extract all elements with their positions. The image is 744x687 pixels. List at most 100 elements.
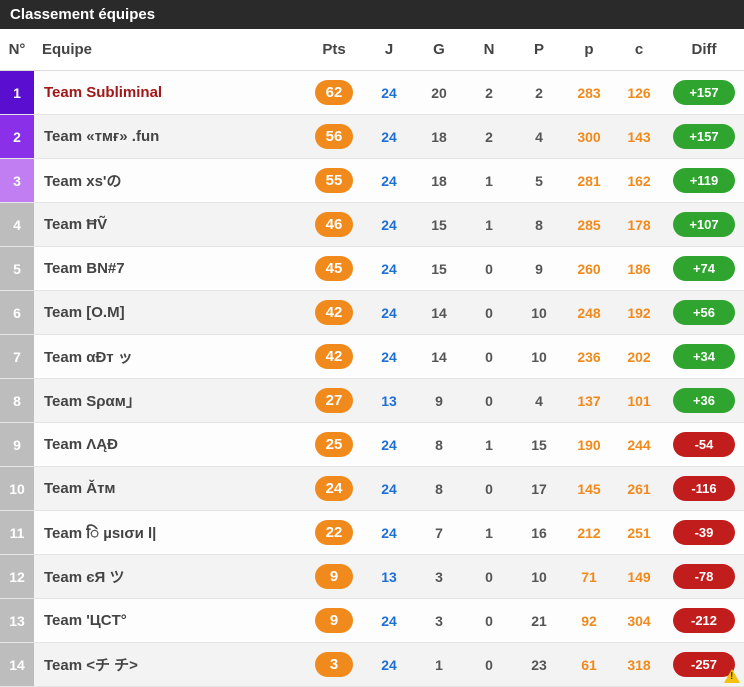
p-cell: 21 (514, 599, 564, 643)
pts-cell: 46 (304, 203, 364, 247)
n-cell: 0 (464, 467, 514, 511)
table-row: 9Team ΛĄĐ25248115190244-54 (0, 423, 744, 467)
n-cell: 0 (464, 643, 514, 687)
table-row: 12Team єЯ ツ913301071149-78 (0, 555, 744, 599)
p-cell: 9 (514, 247, 564, 291)
pa-cell: 149 (614, 555, 664, 599)
pf-cell: 92 (564, 599, 614, 643)
table-row: 11Team ि µѕισи l|22247116212251-39 (0, 511, 744, 555)
pts-cell: 45 (304, 247, 364, 291)
pf-cell: 212 (564, 511, 614, 555)
n-cell: 0 (464, 291, 514, 335)
pf-cell: 137 (564, 379, 614, 423)
rank-cell: 12 (0, 555, 34, 599)
rank-cell: 9 (0, 423, 34, 467)
table-row: 5Team BN#745241509260186+74 (0, 247, 744, 291)
p-cell: 17 (514, 467, 564, 511)
pa-cell: 186 (614, 247, 664, 291)
pf-cell: 248 (564, 291, 614, 335)
n-cell: 1 (464, 159, 514, 203)
j-cell: 24 (364, 335, 414, 379)
diff-cell: +157 (664, 71, 744, 115)
n-cell: 1 (464, 203, 514, 247)
pts-cell: 9 (304, 599, 364, 643)
j-cell: 24 (364, 511, 414, 555)
pf-cell: 260 (564, 247, 614, 291)
panel-title: Classement équipes (0, 0, 744, 29)
g-cell: 15 (414, 247, 464, 291)
diff-cell: -39 (664, 511, 744, 555)
team-name[interactable]: Team ि µѕισи l| (34, 511, 304, 555)
j-cell: 24 (364, 291, 414, 335)
diff-cell: -212 (664, 599, 744, 643)
table-row: 10Team Ǎтм24248017145261-116 (0, 467, 744, 511)
pa-cell: 202 (614, 335, 664, 379)
rank-cell: 3 (0, 159, 34, 203)
col-p: P (514, 29, 564, 71)
g-cell: 15 (414, 203, 464, 247)
col-diff: Diff (664, 29, 744, 71)
g-cell: 1 (414, 643, 464, 687)
standings-table: N° Equipe Pts J G N P p c Diff 1Team Sub… (0, 29, 744, 687)
rank-cell: 14 (0, 643, 34, 687)
n-cell: 0 (464, 335, 514, 379)
p-cell: 15 (514, 423, 564, 467)
col-pfor: p (564, 29, 614, 71)
n-cell: 0 (464, 247, 514, 291)
rank-cell: 2 (0, 115, 34, 159)
table-row: 6Team [O.M]422414010248192+56 (0, 291, 744, 335)
table-row: 7Team αÐт ッ422414010236202+34 (0, 335, 744, 379)
pf-cell: 71 (564, 555, 614, 599)
rank-cell: 10 (0, 467, 34, 511)
pf-cell: 61 (564, 643, 614, 687)
rank-cell: 6 (0, 291, 34, 335)
p-cell: 8 (514, 203, 564, 247)
pts-cell: 56 (304, 115, 364, 159)
p-cell: 16 (514, 511, 564, 555)
table-row: 14Team <チ チ>324102361318-257 (0, 643, 744, 687)
n-cell: 1 (464, 511, 514, 555)
team-name[interactable]: Team xs'の (34, 159, 304, 203)
team-name[interactable]: Team ΛĄĐ (34, 423, 304, 467)
pts-cell: 24 (304, 467, 364, 511)
diff-cell: -116 (664, 467, 744, 511)
g-cell: 9 (414, 379, 464, 423)
pf-cell: 145 (564, 467, 614, 511)
team-name[interactable]: Team Ǎтм (34, 467, 304, 511)
p-cell: 5 (514, 159, 564, 203)
rank-cell: 7 (0, 335, 34, 379)
j-cell: 24 (364, 115, 414, 159)
pts-cell: 22 (304, 511, 364, 555)
rank-cell: 1 (0, 71, 34, 115)
pa-cell: 178 (614, 203, 664, 247)
team-name[interactable]: Team ĦṼ (34, 203, 304, 247)
g-cell: 3 (414, 599, 464, 643)
diff-cell: +157 (664, 115, 744, 159)
diff-cell: +74 (664, 247, 744, 291)
diff-cell: +107 (664, 203, 744, 247)
team-name[interactable]: Team 'ЦCТ° (34, 599, 304, 643)
pa-cell: 251 (614, 511, 664, 555)
team-name[interactable]: Team [O.M] (34, 291, 304, 335)
j-cell: 13 (364, 555, 414, 599)
team-name[interactable]: Team Subliminal (34, 71, 304, 115)
table-row: 1Team Subliminal62242022283126+157 (0, 71, 744, 115)
team-name[interactable]: Team Sραм」 (34, 379, 304, 423)
pf-cell: 190 (564, 423, 614, 467)
team-name[interactable]: Team <チ チ> (34, 643, 304, 687)
team-name[interactable]: Team BN#7 (34, 247, 304, 291)
pa-cell: 304 (614, 599, 664, 643)
table-row: 13Team 'ЦCТ°924302192304-212 (0, 599, 744, 643)
col-j: J (364, 29, 414, 71)
pts-cell: 9 (304, 555, 364, 599)
team-name[interactable]: Team αÐт ッ (34, 335, 304, 379)
p-cell: 4 (514, 115, 564, 159)
team-name[interactable]: Team «тмғ» .fun (34, 115, 304, 159)
team-name[interactable]: Team єЯ ツ (34, 555, 304, 599)
pf-cell: 281 (564, 159, 614, 203)
pts-cell: 42 (304, 291, 364, 335)
pf-cell: 283 (564, 71, 614, 115)
g-cell: 18 (414, 115, 464, 159)
n-cell: 0 (464, 599, 514, 643)
pts-cell: 25 (304, 423, 364, 467)
